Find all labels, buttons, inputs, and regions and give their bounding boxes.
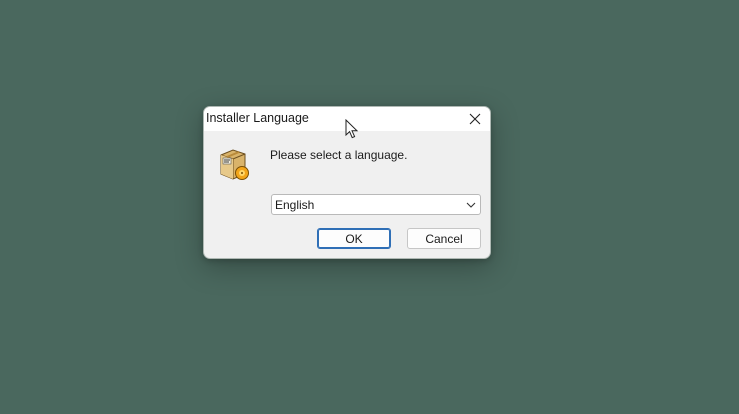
language-select[interactable]: English — [271, 194, 481, 215]
dialog-title: Installer Language — [206, 111, 309, 125]
cancel-button[interactable]: Cancel — [407, 228, 481, 249]
close-button[interactable] — [460, 107, 490, 131]
language-prompt: Please select a language. — [270, 148, 408, 162]
close-icon — [469, 113, 481, 125]
mouse-pointer-icon — [345, 119, 359, 139]
desktop: Installer Language Please select a langu… — [0, 0, 739, 414]
ok-button[interactable]: OK — [317, 228, 391, 249]
language-select-value: English — [275, 198, 315, 212]
installer-package-icon — [220, 149, 249, 180]
chevron-down-icon — [466, 202, 476, 208]
